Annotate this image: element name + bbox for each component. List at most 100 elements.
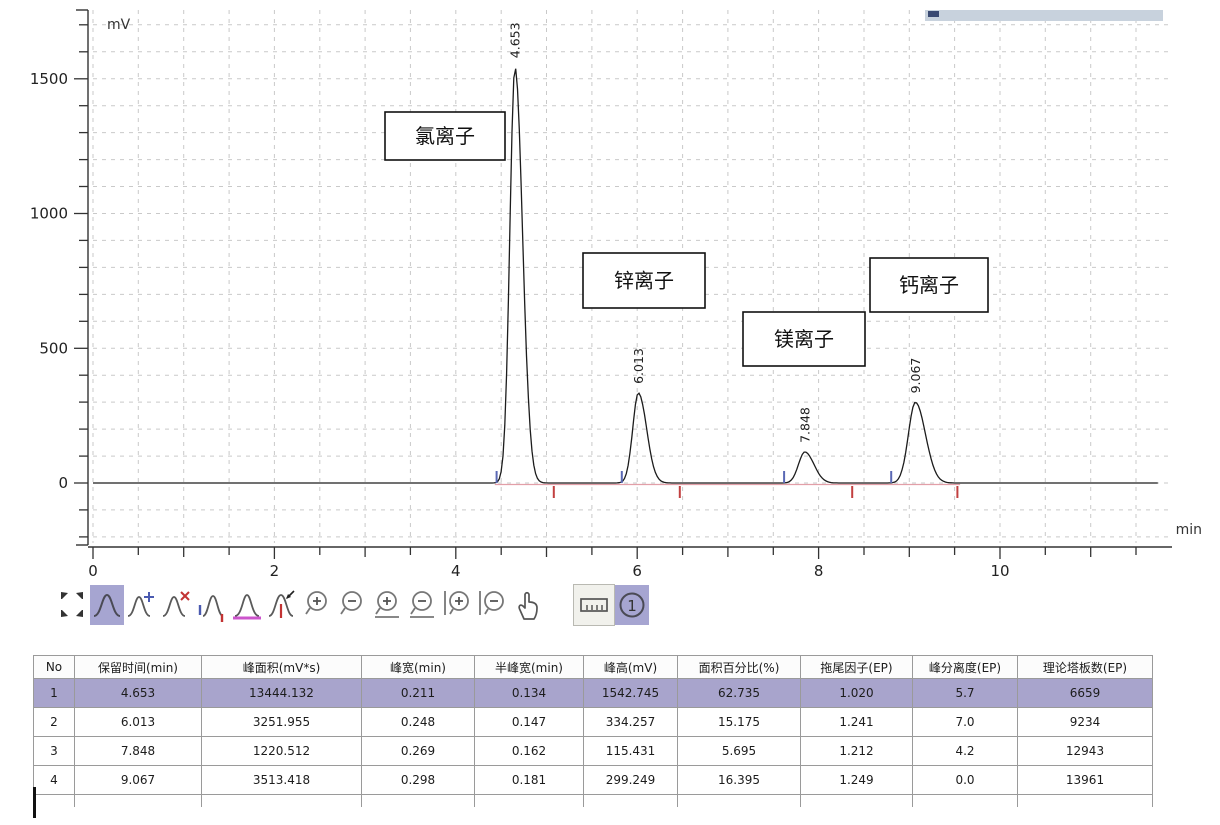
x-tick-label: 2 [270, 562, 280, 580]
retention-time-label: 6.013 [631, 348, 646, 384]
table-cell: 0.298 [362, 766, 475, 795]
pan-hand-icon [512, 588, 542, 622]
peak-add-button[interactable] [125, 585, 159, 625]
column-header: 面积百分比(%) [678, 656, 801, 679]
pan-hand-button[interactable] [510, 585, 544, 625]
column-header: 峰高(mV) [584, 656, 678, 679]
peak-split-icon [267, 588, 297, 622]
peak-delete-button[interactable] [160, 585, 194, 625]
peak-table-row[interactable]: 14.65313444.1320.2110.1341542.74562.7351… [34, 679, 1153, 708]
peak-split-button[interactable] [265, 585, 299, 625]
peak-table-header-row: No保留时间(min)峰面积(mV*s)峰宽(min)半峰宽(min)峰高(mV… [34, 656, 1153, 679]
table-cell: 1.241 [801, 708, 913, 737]
x-tick-label: 4 [451, 562, 461, 580]
table-cell: 7.848 [75, 737, 202, 766]
table-cell: 0.147 [475, 708, 584, 737]
table-cell: 9234 [1018, 708, 1153, 737]
table-cell: 4 [34, 766, 75, 795]
table-cell: 62.735 [678, 679, 801, 708]
table-cell [678, 795, 801, 808]
peak-select-button[interactable] [90, 585, 124, 625]
peak-table[interactable]: No保留时间(min)峰面积(mV*s)峰宽(min)半峰宽(min)峰高(mV… [33, 655, 1153, 807]
compound-annotation-label: 氯离子 [415, 124, 475, 148]
table-cell: 16.395 [678, 766, 801, 795]
column-header: 峰面积(mV*s) [202, 656, 362, 679]
table-cell: 0.211 [362, 679, 475, 708]
column-header: 保留时间(min) [75, 656, 202, 679]
zoom-out-icon [337, 588, 367, 622]
peak-edge-adjust-button[interactable] [195, 585, 229, 625]
table-cell: 0.248 [362, 708, 475, 737]
table-cell: 12943 [1018, 737, 1153, 766]
peak-baseline-button[interactable] [230, 585, 264, 625]
table-cell: 4.653 [75, 679, 202, 708]
table-cell [362, 795, 475, 808]
table-cell: 0.181 [475, 766, 584, 795]
zoom-in-horizontal-button[interactable] [440, 585, 474, 625]
table-cell: 0.0 [913, 766, 1018, 795]
peak-table-row[interactable]: 26.0133251.9550.2480.147334.25715.1751.2… [34, 708, 1153, 737]
table-cell: 1220.512 [202, 737, 362, 766]
table-cell: 13961 [1018, 766, 1153, 795]
marker-1-icon: 1 [616, 587, 648, 623]
x-axis-unit-label: min [1176, 522, 1202, 538]
marker-1-button[interactable]: 1 [615, 585, 649, 625]
table-cell: 1.020 [801, 679, 913, 708]
retention-time-label: 4.653 [508, 22, 523, 58]
zoom-in-vertical-button[interactable] [370, 585, 404, 625]
table-cell: 3251.955 [202, 708, 362, 737]
y-tick-label: 0 [58, 474, 68, 492]
zoom-out-button[interactable] [335, 585, 369, 625]
table-cell: 299.249 [584, 766, 678, 795]
chromatogram-svg[interactable]: 05001000150002468104.6536.0137.8489.067氯… [0, 0, 1220, 582]
table-cell: 115.431 [584, 737, 678, 766]
column-header: 拖尾因子(EP) [801, 656, 913, 679]
table-cell: 3513.418 [202, 766, 362, 795]
peak-baseline-icon [231, 588, 263, 622]
peak-edit-toolbar: 1 [54, 584, 649, 626]
table-cell: 334.257 [584, 708, 678, 737]
x-tick-label: 0 [88, 562, 98, 580]
text-cursor [33, 787, 36, 818]
table-cell [202, 795, 362, 808]
x-tick-label: 10 [990, 562, 1009, 580]
zoom-out-vertical-button[interactable] [405, 585, 439, 625]
table-cell: 4.2 [913, 737, 1018, 766]
peak-add-icon [127, 588, 157, 622]
y-axis-unit-label: mV [107, 17, 131, 33]
table-cell: 1542.745 [584, 679, 678, 708]
fit-view-icon [57, 588, 87, 622]
table-cell: 1.249 [801, 766, 913, 795]
peak-table-row[interactable]: 37.8481220.5120.2690.162115.4315.6951.21… [34, 737, 1153, 766]
column-header: No [34, 656, 75, 679]
table-cell: 3 [34, 737, 75, 766]
zoom-in-vertical-icon [372, 588, 402, 622]
peak-table-row[interactable]: 49.0673513.4180.2980.181299.24916.3951.2… [34, 766, 1153, 795]
x-tick-label: 8 [814, 562, 824, 580]
zoom-in-button[interactable] [300, 585, 334, 625]
legend-strip [925, 10, 1163, 21]
table-cell [475, 795, 584, 808]
table-cell [1018, 795, 1153, 808]
ruler-icon [578, 588, 610, 622]
zoom-out-horizontal-button[interactable] [475, 585, 509, 625]
peak-delete-icon [162, 588, 192, 622]
table-cell: 2 [34, 708, 75, 737]
table-cell: 0.162 [475, 737, 584, 766]
table-cell: 6659 [1018, 679, 1153, 708]
peak-edge-adjust-icon [197, 588, 227, 622]
compound-annotation-label: 钙离子 [899, 273, 959, 297]
peak-table-body[interactable]: 14.65313444.1320.2110.1341542.74562.7351… [34, 679, 1153, 808]
x-tick-label: 6 [632, 562, 642, 580]
table-cell [75, 795, 202, 808]
chromatogram-plot[interactable]: 05001000150002468104.6536.0137.8489.067氯… [0, 0, 1220, 582]
column-header: 半峰宽(min) [475, 656, 584, 679]
ruler-button[interactable] [574, 585, 614, 625]
marker-1-label: 1 [627, 597, 637, 615]
retention-time-label: 7.848 [797, 407, 812, 443]
fit-view-button[interactable] [55, 585, 89, 625]
table-cell [584, 795, 678, 808]
compound-annotation-label: 镁离子 [774, 327, 834, 351]
y-tick-label: 500 [39, 339, 68, 357]
y-tick-label: 1500 [30, 70, 68, 88]
